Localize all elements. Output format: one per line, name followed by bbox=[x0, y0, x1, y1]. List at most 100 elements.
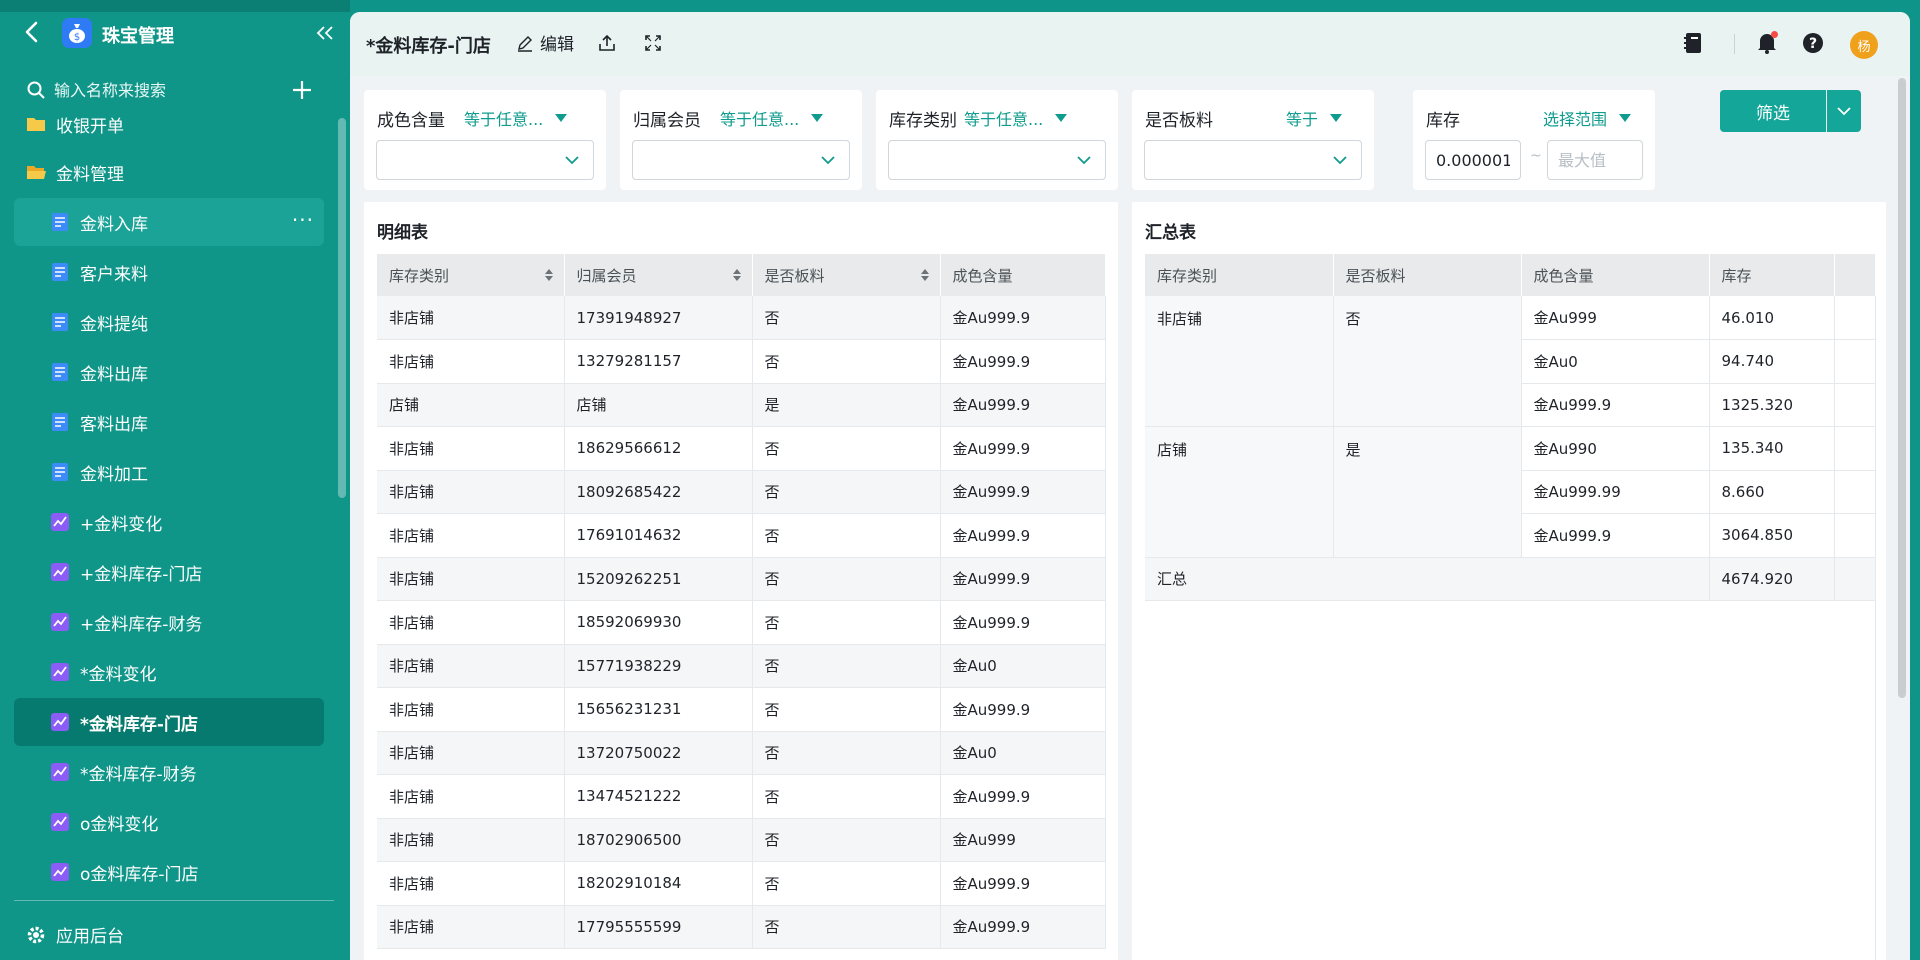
user-avatar[interactable]: 杨 bbox=[1850, 31, 1878, 59]
sidebar-item-plus-stock-finance[interactable]: +金料库存-财务 bbox=[14, 598, 324, 646]
column-header[interactable]: 库存类别 bbox=[1145, 254, 1334, 296]
table-row[interactable]: 非店铺 18202910184 否金Au999.9 bbox=[377, 861, 1106, 906]
filter-button[interactable]: 筛选 bbox=[1720, 90, 1826, 132]
table-row[interactable]: 非店铺 17391948927 否金Au999.9 bbox=[377, 296, 1106, 340]
table-row[interactable]: 店铺 是 金Au990 135.340 bbox=[1145, 426, 1876, 558]
add-item-button[interactable] bbox=[290, 78, 316, 104]
svg-text:?: ? bbox=[1809, 36, 1817, 52]
search-icon bbox=[27, 81, 45, 99]
more-options-icon[interactable]: ··· bbox=[292, 208, 314, 232]
sort-icon[interactable] bbox=[544, 268, 554, 282]
table-cell: 否 bbox=[752, 296, 941, 340]
table-cell: 3064.850 bbox=[1709, 513, 1835, 558]
table-cell: 金Au999.9 bbox=[940, 513, 1106, 558]
table-row[interactable]: 非店铺 18092685422 否金Au999.9 bbox=[377, 470, 1106, 514]
filter-purity-operator[interactable]: 等于任意... bbox=[464, 106, 568, 130]
sidebar-search-input[interactable] bbox=[54, 80, 284, 100]
table-row[interactable]: 非店铺 15771938229 否金Au0 bbox=[377, 644, 1106, 688]
help-icon: ? bbox=[1803, 33, 1823, 53]
column-header[interactable]: 库存 bbox=[1709, 254, 1835, 296]
help-button[interactable]: ? bbox=[1800, 30, 1826, 56]
sidebar-item-star-gold-change[interactable]: *金料变化 bbox=[14, 648, 324, 696]
sidebar-item-star-stock-store[interactable]: *金料库存-门店 bbox=[14, 698, 324, 746]
column-header[interactable]: 归属会员 bbox=[564, 254, 753, 296]
chevron-down-icon bbox=[565, 156, 579, 165]
share-button[interactable] bbox=[594, 30, 620, 56]
sort-icon[interactable] bbox=[732, 268, 742, 282]
sidebar-item-plus-gold-change[interactable]: +金料变化 bbox=[14, 498, 324, 546]
table-cell: 非店铺 bbox=[377, 426, 565, 471]
collapse-sidebar-button[interactable] bbox=[312, 20, 338, 46]
column-header[interactable]: 是否板料 bbox=[752, 254, 941, 296]
column-header[interactable]: 是否板料 bbox=[1333, 254, 1522, 296]
sidebar-item-customer-out[interactable]: 客料出库 bbox=[14, 398, 324, 446]
sidebar-item-star-stock-finance[interactable]: *金料库存-财务 bbox=[14, 748, 324, 796]
table-row[interactable]: 非店铺 13474521222 否金Au999.9 bbox=[377, 774, 1106, 819]
summary-total-row[interactable]: 汇总 4674.920 bbox=[1145, 557, 1876, 601]
table-row[interactable]: 店铺 店铺是金Au999.9 bbox=[377, 383, 1106, 427]
table-row[interactable]: 非店铺 18702906500 否金Au999 bbox=[377, 818, 1106, 862]
filter-stock-operator[interactable]: 选择范围 bbox=[1543, 106, 1632, 130]
stock-max-input[interactable] bbox=[1547, 140, 1643, 180]
column-header[interactable]: 成色含量 bbox=[1521, 254, 1710, 296]
column-header[interactable]: 成色含量 bbox=[940, 254, 1106, 296]
table-row[interactable]: 非店铺 15209262251 否金Au999.9 bbox=[377, 557, 1106, 601]
chevron-down-icon bbox=[1837, 107, 1851, 116]
table-cell: 金Au999.9 bbox=[940, 861, 1106, 906]
filter-stock-type-operator[interactable]: 等于任意... bbox=[964, 106, 1068, 130]
table-cell: 金Au999.9 bbox=[1521, 513, 1710, 558]
sidebar-item-gold-management[interactable]: 金料管理 bbox=[14, 148, 324, 196]
sidebar-item-gold-out[interactable]: 金料出库 bbox=[14, 348, 324, 396]
table-cell: 店铺 bbox=[1145, 426, 1334, 558]
sidebar-item-gold-in[interactable]: 金料入库 ··· bbox=[14, 198, 324, 246]
table-row[interactable]: 非店铺 13279281157 否金Au999.9 bbox=[377, 339, 1106, 384]
table-row[interactable]: 非店铺 17691014632 否金Au999.9 bbox=[377, 513, 1106, 558]
sidebar-item-o-gold-change[interactable]: o金料变化 bbox=[14, 798, 324, 846]
sidebar-item-plus-stock-store[interactable]: +金料库存-门店 bbox=[14, 548, 324, 596]
sidebar-item-customer-material[interactable]: 客户来料 bbox=[14, 248, 324, 296]
filter-plate-select[interactable] bbox=[1144, 140, 1362, 180]
chevron-down-icon bbox=[1333, 156, 1347, 165]
table-cell: 金Au999.99 bbox=[1521, 470, 1710, 514]
sidebar-item-gold-process[interactable]: 金料加工 bbox=[14, 448, 324, 496]
sidebar-item-o-stock-store[interactable]: o金料库存-门店 bbox=[14, 848, 324, 896]
filter-plate-operator[interactable]: 等于 bbox=[1286, 106, 1343, 130]
notebook-icon bbox=[1684, 33, 1701, 53]
table-row[interactable]: 非店铺 18629566612 否金Au999.9 bbox=[377, 426, 1106, 471]
chart-icon bbox=[51, 513, 69, 531]
table-cell: 非店铺 bbox=[377, 513, 565, 558]
filter-dropdown-button[interactable] bbox=[1827, 90, 1861, 132]
table-row[interactable]: 非店铺 18592069930 否金Au999.9 bbox=[377, 600, 1106, 645]
page-scrollbar[interactable] bbox=[1898, 78, 1906, 698]
notifications-button[interactable] bbox=[1754, 30, 1780, 56]
share-icon bbox=[599, 34, 615, 51]
table-row[interactable]: 非店铺 15656231231 否金Au999.9 bbox=[377, 687, 1106, 732]
app-name: 珠宝管理 bbox=[102, 26, 174, 47]
sort-icon[interactable] bbox=[920, 268, 930, 282]
back-button[interactable] bbox=[18, 18, 46, 46]
table-cell: 非店铺 bbox=[377, 818, 565, 862]
sidebar-item-gold-refine[interactable]: 金料提纯 bbox=[14, 298, 324, 346]
fullscreen-button[interactable] bbox=[640, 30, 666, 56]
filter-purity-select[interactable] bbox=[376, 140, 594, 180]
chart-icon bbox=[51, 863, 69, 881]
edit-button[interactable]: 编辑 bbox=[516, 30, 574, 55]
table-cell: 金Au999.9 bbox=[940, 426, 1106, 471]
summary-table: 库存类别 是否板料 成色含量 库存 非店铺 否 金Au999 46.010 金A… bbox=[1145, 254, 1876, 960]
stock-min-input[interactable] bbox=[1425, 140, 1521, 180]
empty-area bbox=[1145, 600, 1876, 960]
column-header[interactable]: 库存类别 bbox=[377, 254, 565, 296]
table-row[interactable]: 非店铺 否 金Au999 46.010 bbox=[1145, 296, 1876, 427]
notebook-button[interactable] bbox=[1680, 30, 1706, 56]
filter-stock-type-select[interactable] bbox=[888, 140, 1106, 180]
sidebar-scrollbar[interactable] bbox=[338, 118, 346, 498]
document-icon bbox=[52, 313, 68, 331]
table-cell: 非店铺 bbox=[377, 557, 565, 601]
app-backend-link[interactable]: 应用后台 bbox=[26, 922, 124, 947]
table-row[interactable]: 非店铺 17795555599 否金Au999.9 bbox=[377, 905, 1106, 949]
chevron-left-icon bbox=[25, 21, 38, 43]
filter-member-operator[interactable]: 等于任意... bbox=[720, 106, 824, 130]
table-row[interactable]: 非店铺 13720750022 否金Au0 bbox=[377, 731, 1106, 775]
sidebar-item-cashier[interactable]: 收银开单 bbox=[14, 112, 324, 148]
filter-member-select[interactable] bbox=[632, 140, 850, 180]
